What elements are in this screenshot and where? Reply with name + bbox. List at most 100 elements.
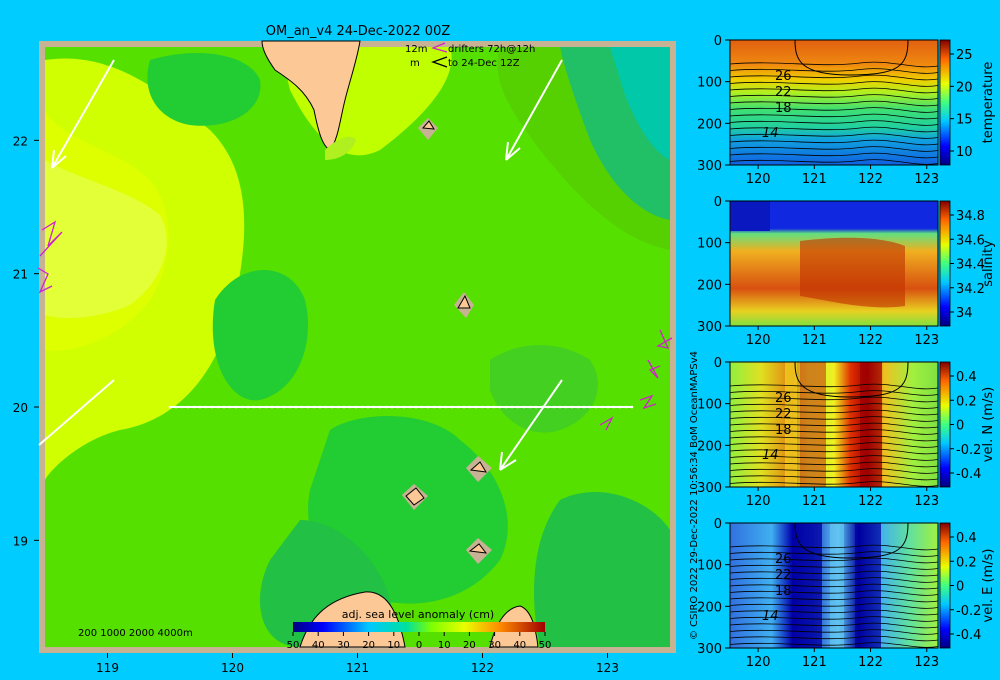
section-x-tick-label: 120: [746, 494, 771, 509]
section-line-dot: [408, 405, 412, 409]
section-colorbar-label: vel. N (m/s): [981, 387, 996, 462]
section-line-dot: [492, 405, 496, 409]
section-line-dot: [546, 405, 550, 409]
section-line-dot: [390, 405, 394, 409]
section-colorbar-label: temperature: [981, 62, 996, 144]
section-line-dot: [264, 405, 268, 409]
section-y-tick-label: 300: [697, 642, 722, 657]
section-line-dot: [330, 405, 334, 409]
section-x-tick-label: 121: [802, 333, 827, 348]
map-y-tick-label: 21: [13, 268, 28, 282]
section-line-dot: [486, 405, 490, 409]
section-panel-vel_n: 262218 14 0 100 200 300 120 121 122 123 0.4 0.2 0 -0.…: [697, 356, 996, 509]
section-line-dot: [234, 405, 238, 409]
section-line-dot: [306, 405, 310, 409]
section-y-tick-label: 200: [697, 117, 722, 132]
section-line-dot: [288, 405, 292, 409]
section-colorbar-tick-label: 0.2: [956, 555, 977, 570]
section-line-dot: [516, 405, 520, 409]
section-line-dot: [282, 405, 286, 409]
velocity-band: [830, 523, 844, 648]
section-line-dot: [210, 405, 214, 409]
section-colorbar-tick-label: 0: [956, 419, 964, 434]
section-y-tick-label: 200: [697, 600, 722, 615]
section-colorbar-tick-label: 0.4: [956, 531, 977, 546]
section-x-tick-label: 122: [858, 655, 883, 670]
sla-colorbar-tick-label: 50: [539, 640, 552, 651]
map-x-tick-label: 119: [96, 661, 119, 675]
section-line-dot: [192, 405, 196, 409]
section-line-dot: [570, 405, 574, 409]
section-line-dot: [396, 405, 400, 409]
section-colorbar-label: salinity: [981, 240, 996, 287]
contour-label: 18: [775, 101, 792, 116]
section-line-dot: [240, 405, 244, 409]
section-panel-salinity: 0100200300120 121 122 12334.834.634.434.234…: [697, 195, 996, 348]
section-y-tick-label: 0: [714, 195, 722, 210]
section-field: [730, 40, 938, 165]
contour-label: 26: [775, 552, 792, 567]
sla-colorbar-tick-label: 30: [488, 640, 501, 651]
legend-scale-label: 12m: [405, 44, 427, 55]
map-x-tick-label: 123: [596, 661, 619, 675]
section-colorbar: [939, 200, 951, 327]
section-line-dot: [594, 405, 598, 409]
section-x-tick-label: 120: [746, 655, 771, 670]
map-y-tick-label: 22: [13, 134, 28, 148]
section-x-tick-label: 120: [746, 172, 771, 187]
velocity-band: [860, 362, 882, 487]
section-line-dot: [312, 405, 316, 409]
section-x-tick-label: 123: [914, 333, 939, 348]
section-line-dot: [504, 405, 508, 409]
section-line-dot: [576, 405, 580, 409]
contour-label: 18: [775, 423, 792, 438]
section-line-dot: [426, 405, 430, 409]
section-line-dot: [420, 405, 424, 409]
section-colorbar-tick-label: 0.4: [956, 370, 977, 385]
section-panels: 262218140100200300120 121 122 12325201510te…: [697, 34, 996, 670]
sea-level-map: OM_an_v4 24-Dec-2022 00Z 12m drifters 72…: [13, 24, 676, 675]
section-x-tick-label: 123: [914, 655, 939, 670]
section-colorbar: [939, 361, 951, 488]
credit-text: © CSIRO 2022 29-Dec-2022 10:56:34 BoM Oc…: [689, 351, 700, 640]
section-x-tick-label: 123: [914, 494, 939, 509]
section-colorbar-tick-label: -0.2: [956, 443, 981, 458]
section-line-dot: [414, 405, 418, 409]
sla-colorbar: [293, 622, 545, 632]
contour-label: 22: [775, 568, 792, 583]
section-line-dot: [216, 405, 220, 409]
legend-unit-label: m: [410, 58, 420, 69]
ocean-forecast-figure: OM_an_v4 24-Dec-2022 00Z 12m drifters 72…: [13, 24, 996, 675]
section-line-dot: [402, 405, 406, 409]
section-line-dot: [564, 405, 568, 409]
section-line-dot: [360, 405, 364, 409]
section-line-dot: [300, 405, 304, 409]
section-line-dot: [366, 405, 370, 409]
section-line-dot: [450, 405, 454, 409]
section-line-dot: [372, 405, 376, 409]
section-line-dot: [480, 405, 484, 409]
section-line-dot: [354, 405, 358, 409]
section-line-dot: [258, 405, 262, 409]
section-x-tick-label: 122: [858, 494, 883, 509]
section-line-dot: [468, 405, 472, 409]
section-line-dot: [558, 405, 562, 409]
section-y-tick-label: 200: [697, 278, 722, 293]
sla-colorbar-tick-label: 40: [312, 640, 325, 651]
section-colorbar: [939, 39, 951, 166]
section-colorbar-tick-label: 15: [956, 113, 973, 128]
sla-colorbar-tick-label: 40: [513, 640, 526, 651]
section-line-dot: [582, 405, 586, 409]
sla-colorbar-tick-label: 10: [438, 640, 451, 651]
section-line-dot: [552, 405, 556, 409]
section-panel-temperature: 262218 14 0 100 200 300 120 121 122 123 25 20 15 10 te…: [697, 34, 996, 187]
contour-label: 26: [775, 391, 792, 406]
section-line-dot: [474, 405, 478, 409]
contour-label: 18: [775, 584, 792, 599]
section-line-dot: [618, 405, 622, 409]
section-panel-vel_e: 262218 14 0 100 200 300 120 121 122 123 0.4 0.2 0 -0.…: [697, 517, 996, 670]
section-line-dot: [378, 405, 382, 409]
section-line-dot: [528, 405, 532, 409]
contour-label: 22: [775, 85, 792, 100]
contour-label: 26: [775, 69, 792, 84]
